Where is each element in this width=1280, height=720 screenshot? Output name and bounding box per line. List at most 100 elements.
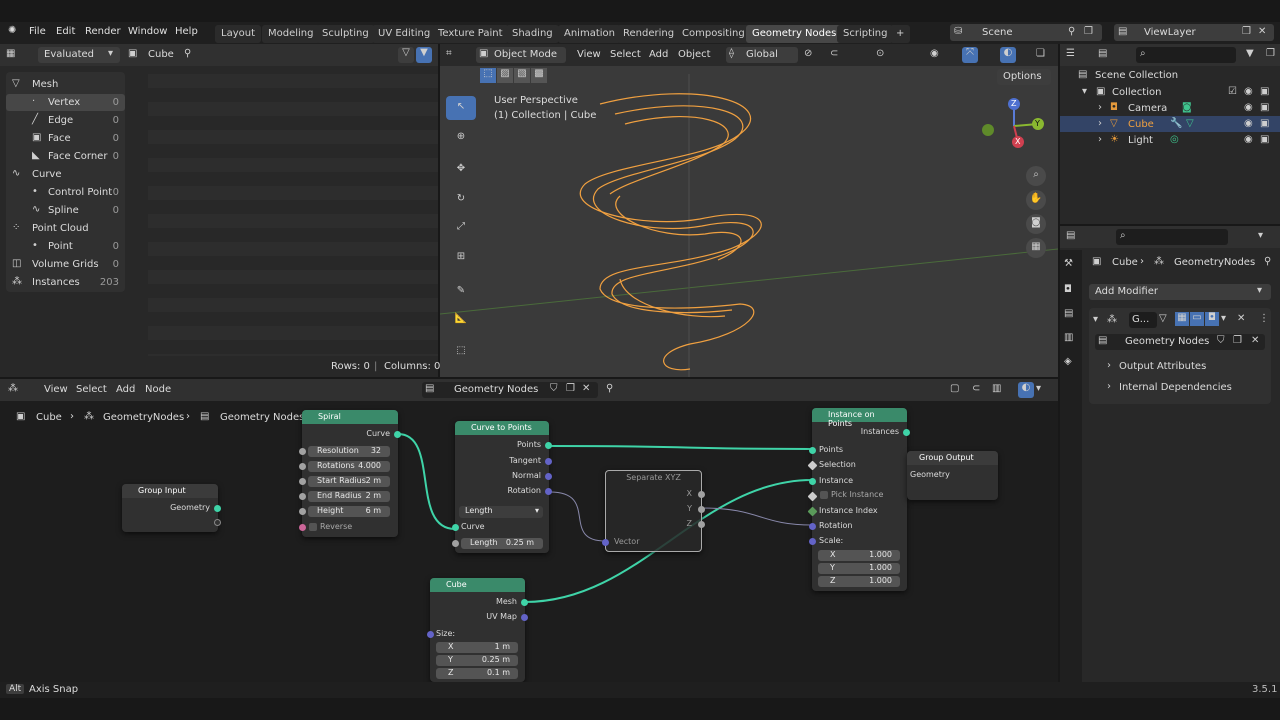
show-render-icon[interactable]: ◘	[1205, 312, 1219, 326]
tab-uv-editing[interactable]: UV Editing	[372, 25, 437, 43]
output-socket[interactable]	[698, 491, 705, 498]
search-input[interactable]: ⌕	[1136, 47, 1236, 63]
eye-icon[interactable]: ◉	[1244, 118, 1253, 129]
output-tab-icon[interactable]: ▤	[1064, 308, 1073, 319]
output-socket[interactable]	[903, 429, 910, 436]
menu-help[interactable]: Help	[175, 26, 198, 37]
section-output-attributes[interactable]: Output Attributes	[1119, 361, 1206, 372]
node-group-input[interactable]: Group Input Geometry	[122, 484, 221, 532]
properties-search-input[interactable]: ⌕	[1116, 229, 1228, 245]
cursor-tool-icon[interactable]: ⊕	[446, 126, 476, 150]
close-icon[interactable]: ✕	[1237, 313, 1245, 324]
input-socket[interactable]	[809, 538, 816, 545]
camera-data-icon[interactable]: ◙	[1182, 102, 1192, 113]
expand-icon[interactable]: ▾	[1082, 86, 1087, 97]
tab-compositing[interactable]: Compositing	[676, 25, 751, 43]
input-socket[interactable]	[299, 508, 306, 515]
input-socket[interactable]	[809, 447, 816, 454]
tree-row-control-point[interactable]: • Control Point 0	[6, 184, 125, 201]
input-socket[interactable]	[427, 631, 434, 638]
view-layer-tab-icon[interactable]: ▥	[1064, 332, 1073, 343]
field-size-z[interactable]: Z 0.1 m	[436, 668, 518, 679]
tree-row-vertex[interactable]: · Vertex 0	[6, 94, 125, 111]
ortho-toggle-icon[interactable]: ▦	[1026, 238, 1046, 258]
copy-icon[interactable]: ❐	[1242, 26, 1251, 37]
menu-render[interactable]: Render	[85, 26, 121, 37]
eye-icon[interactable]: ◉	[1244, 102, 1253, 113]
pick-instance-checkbox[interactable]	[820, 491, 828, 499]
zoom-icon[interactable]: ⌕	[1026, 166, 1046, 186]
input-socket[interactable]	[299, 524, 306, 531]
outliner-row-collection[interactable]: ▾ ▣ Collection ☑ ◉ ▣	[1060, 84, 1280, 100]
new-collection-icon[interactable]: ❐	[1266, 48, 1275, 59]
tree-row-point-cloud[interactable]: ⁘ Point Cloud	[6, 220, 125, 237]
chevron-down-icon[interactable]: ▾	[1221, 313, 1226, 324]
scene-tab-icon[interactable]: ◈	[1064, 356, 1072, 367]
chevron-right-icon[interactable]: ›	[1107, 360, 1111, 371]
node-header[interactable]: Instance on Points	[812, 408, 907, 428]
collapse-icon[interactable]: ▾	[1093, 314, 1098, 325]
output-socket[interactable]	[545, 473, 552, 480]
output-socket[interactable]	[545, 458, 552, 465]
tool-tab-icon[interactable]: ⚒	[1064, 258, 1073, 269]
chevron-down-icon[interactable]: ▾	[1258, 230, 1263, 241]
tab-rendering[interactable]: Rendering	[617, 25, 681, 43]
output-socket[interactable]	[214, 519, 221, 526]
outliner-row-camera[interactable]: › ◘ Camera ◙ ◉ ▣	[1060, 100, 1280, 116]
blender-logo-icon[interactable]: ✺	[8, 25, 16, 36]
node-instance-on-points[interactable]: Instance on Points Instances Points Sele…	[807, 408, 910, 591]
close-icon[interactable]: ✕	[1258, 26, 1266, 37]
tree-row-mesh[interactable]: ▽ Mesh	[6, 76, 125, 93]
expand-icon[interactable]: ›	[1098, 134, 1102, 145]
tab-layout[interactable]: Layout	[215, 25, 261, 43]
close-icon[interactable]: ✕	[1251, 335, 1259, 346]
scene-name[interactable]: Scene	[982, 27, 1013, 38]
input-socket[interactable]	[299, 478, 306, 485]
camera-restrict-icon[interactable]: ▣	[1260, 118, 1269, 129]
field-end-radius[interactable]: End Radius 2 m	[308, 491, 390, 502]
fake-user-icon[interactable]: ⛉	[1217, 335, 1225, 346]
move-tool-icon[interactable]: ✥	[446, 158, 476, 182]
mode-dropdown[interactable]: Length ▾	[459, 506, 543, 518]
camera-restrict-icon[interactable]: ▣	[1260, 134, 1269, 145]
node-curve-to-points[interactable]: Curve to Points Points Tangent Normal Ro…	[452, 421, 552, 553]
view-layer-selector[interactable]: ▤ ViewLayer ❐ ✕	[1114, 24, 1274, 41]
mesh-data-icon[interactable]: ▽	[1186, 118, 1194, 129]
duplicate-icon[interactable]: ❐	[1233, 335, 1242, 346]
input-socket[interactable]	[452, 524, 459, 531]
pan-icon[interactable]: ✋	[1026, 190, 1046, 210]
tab-sculpting[interactable]: Sculpting	[316, 25, 375, 43]
editor-type-icon[interactable]: ▦	[6, 48, 15, 59]
copy-icon[interactable]: ❐	[1084, 26, 1093, 37]
input-socket[interactable]	[809, 523, 816, 530]
outliner-row-cube[interactable]: › ▽ Cube 🔧 ▽ ◉ ▣	[1060, 116, 1280, 132]
tree-row-instances[interactable]: ⁂ Instances 203	[6, 274, 125, 291]
reverse-checkbox[interactable]	[309, 523, 317, 531]
input-socket[interactable]	[809, 478, 816, 485]
show-on-cage-icon[interactable]: ▦	[1175, 312, 1189, 326]
tree-row-volume-grids[interactable]: ◫ Volume Grids 0	[6, 256, 125, 273]
node-cube[interactable]: Cube Mesh UV Map Size: X 1 m Y 0.25 m Z 0.1…	[427, 578, 528, 682]
field-start-radius[interactable]: Start Radius 2 m	[308, 476, 390, 487]
output-socket[interactable]	[698, 521, 705, 528]
field-scale-y[interactable]: Y 1.000	[818, 563, 900, 574]
tab-modeling[interactable]: Modeling	[262, 25, 320, 43]
output-socket[interactable]	[394, 431, 401, 438]
field-scale-z[interactable]: Z 1.000	[818, 576, 900, 587]
annotate-tool-icon[interactable]: ✎	[446, 280, 476, 304]
field-rotations[interactable]: Rotations 4.000	[308, 461, 390, 472]
node-header[interactable]: Spiral	[302, 410, 398, 424]
node-header[interactable]: Separate XYZ	[606, 471, 701, 485]
light-data-icon[interactable]: ◎	[1170, 134, 1179, 145]
tree-row-edge[interactable]: ╱ Edge 0	[6, 112, 125, 129]
tab-scripting[interactable]: Scripting	[837, 25, 894, 43]
tree-row-point[interactable]: • Point 0	[6, 238, 125, 255]
output-socket[interactable]	[521, 614, 528, 621]
node-header[interactable]: Cube	[430, 578, 525, 592]
checkbox-icon[interactable]: ☑	[1228, 86, 1237, 97]
input-socket[interactable]	[452, 540, 459, 547]
pin-icon[interactable]: ⚲	[184, 48, 191, 59]
editor-type-icon[interactable]: ▤	[1066, 230, 1075, 241]
eye-icon[interactable]: ◉	[1244, 134, 1253, 145]
field-resolution[interactable]: Resolution 32	[308, 446, 390, 457]
